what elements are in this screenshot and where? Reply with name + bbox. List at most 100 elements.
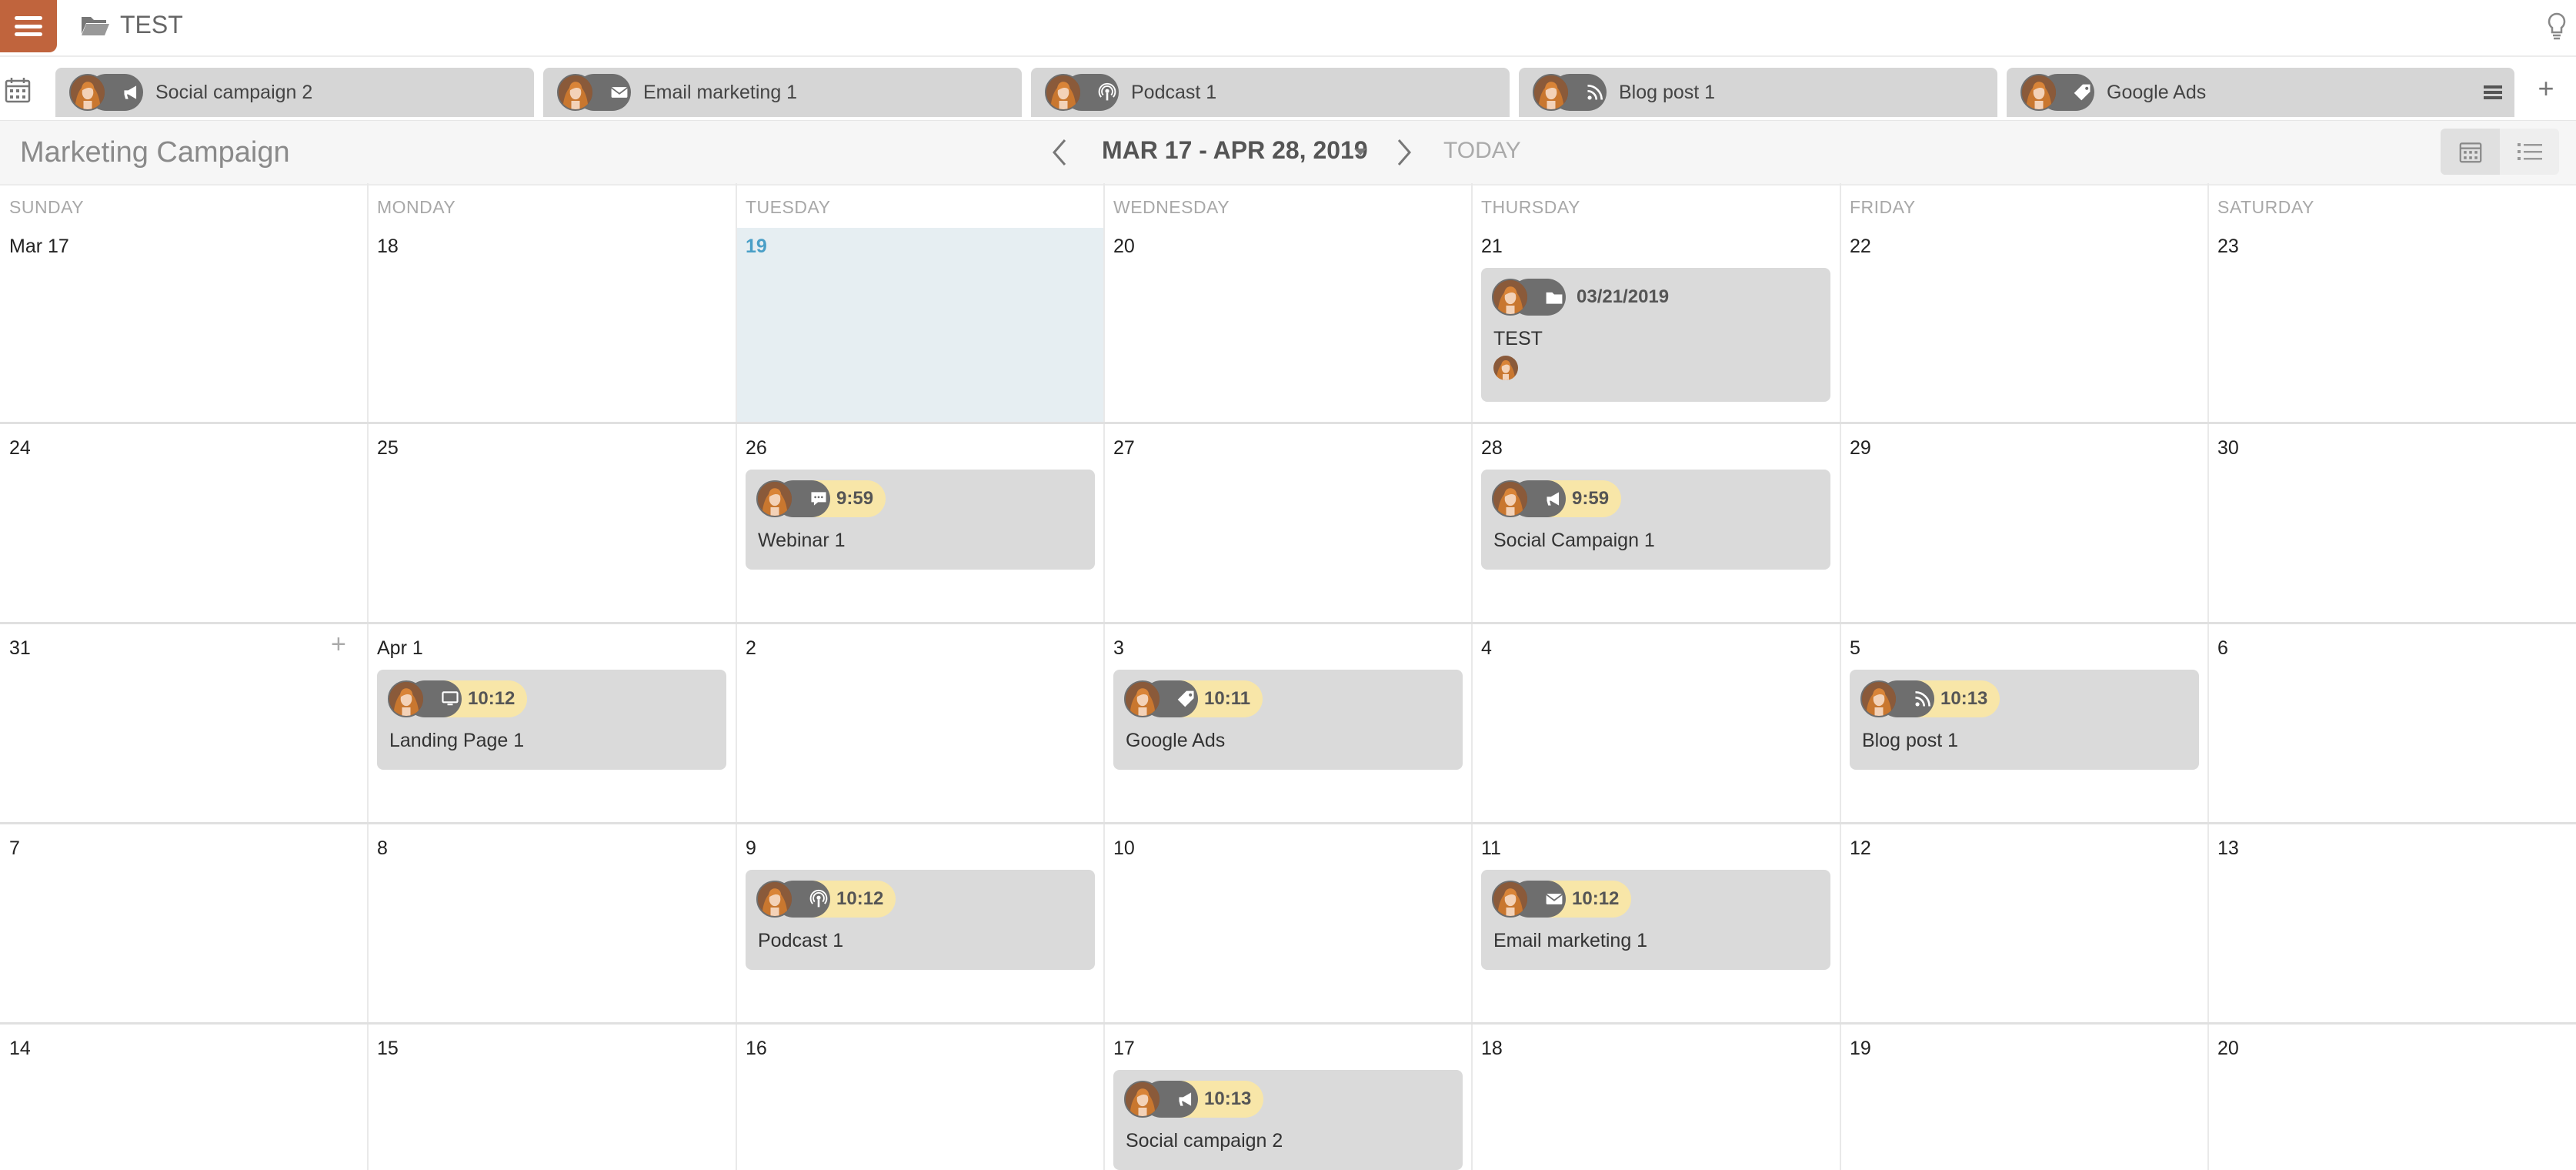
- day-number[interactable]: 27: [1113, 437, 1135, 460]
- event-card[interactable]: 10:11 Google Ads: [1113, 670, 1463, 770]
- day-number[interactable]: 10: [1113, 837, 1135, 860]
- tab-label: Social campaign 2: [155, 81, 313, 103]
- day-number[interactable]: 17: [1113, 1038, 1135, 1060]
- list-icon: [2517, 143, 2542, 160]
- tab-email-marketing-1[interactable]: Email marketing 1: [543, 68, 1022, 117]
- project-name: TEST: [120, 11, 183, 38]
- event-card[interactable]: 03/21/2019 TEST: [1481, 268, 1830, 402]
- day-number[interactable]: 30: [2217, 437, 2239, 460]
- owner-type-badge: [756, 881, 832, 918]
- weekday-header: SUNDAY: [9, 197, 85, 217]
- next-period-button[interactable]: [1393, 138, 1416, 167]
- day-number[interactable]: 18: [1481, 1038, 1503, 1060]
- tab-podcast-1[interactable]: Podcast 1: [1031, 68, 1510, 117]
- avatar: [557, 74, 594, 111]
- tab-label: Email marketing 1: [643, 81, 798, 103]
- owner-type-badge: [1492, 279, 1567, 316]
- avatar: [756, 881, 793, 918]
- week-divider: [0, 1022, 2576, 1025]
- day-number[interactable]: 21: [1481, 236, 1503, 258]
- day-number[interactable]: 19: [1850, 1038, 1871, 1060]
- day-number[interactable]: Apr 1: [377, 637, 423, 660]
- tab-label: Blog post 1: [1619, 81, 1716, 103]
- list-view-button[interactable]: [2500, 129, 2559, 175]
- owner-type-badge: [557, 74, 632, 111]
- event-card[interactable]: 10:12 Podcast 1: [746, 870, 1095, 970]
- day-number[interactable]: 23: [2217, 236, 2239, 258]
- caret-down-icon[interactable]: [1354, 149, 1366, 155]
- day-number[interactable]: 20: [2217, 1038, 2239, 1060]
- project-breadcrumb[interactable]: TEST: [80, 11, 183, 39]
- today-button[interactable]: TODAY: [1443, 138, 1521, 164]
- event-date: 03/21/2019: [1577, 286, 1670, 307]
- day-number[interactable]: 3: [1113, 637, 1124, 660]
- previous-period-button[interactable]: [1048, 138, 1071, 167]
- event-title: Google Ads: [1126, 730, 1226, 751]
- avatar: [756, 480, 793, 517]
- event-card[interactable]: 10:13 Social campaign 2: [1113, 1070, 1463, 1170]
- event-title: Blog post 1: [1862, 730, 1959, 751]
- owner-type-badge: [1045, 74, 1120, 111]
- tab-social-campaign-2[interactable]: Social campaign 2: [55, 68, 534, 117]
- tabs-menu-button[interactable]: [2471, 68, 2514, 117]
- tag-icon: [2071, 81, 2094, 104]
- day-number[interactable]: 25: [377, 437, 399, 460]
- calendar-icon[interactable]: [5, 77, 31, 103]
- lightbulb-icon[interactable]: [2545, 11, 2568, 42]
- event-card[interactable]: 10:13 Blog post 1: [1850, 670, 2199, 770]
- day-number[interactable]: 29: [1850, 437, 1871, 460]
- day-number[interactable]: 28: [1481, 437, 1503, 460]
- day-number[interactable]: 20: [1113, 236, 1135, 258]
- week-divider: [0, 622, 2576, 624]
- day-number[interactable]: 6: [2217, 637, 2228, 660]
- day-number[interactable]: 11: [1481, 837, 1501, 860]
- day-number[interactable]: 19: [746, 236, 767, 258]
- month-grid: SUNDAY MONDAY TUESDAY WEDNESDAY THURSDAY FRID…: [0, 183, 2576, 1170]
- date-range-selector[interactable]: MAR 17 - APR 28, 2019: [1102, 136, 1368, 165]
- day-number[interactable]: 14: [9, 1038, 31, 1060]
- day-number[interactable]: 18: [377, 236, 399, 258]
- add-event-button[interactable]: +: [331, 631, 346, 657]
- day-number[interactable]: 4: [1481, 637, 1492, 660]
- avatar: [388, 680, 425, 717]
- avatar: [1492, 881, 1529, 918]
- tab-google-ads[interactable]: Google Ads: [2007, 68, 2485, 117]
- calendar-view-button[interactable]: [2441, 129, 2500, 175]
- day-number[interactable]: Mar 17: [9, 236, 69, 258]
- day-number[interactable]: 2: [746, 637, 756, 660]
- event-card[interactable]: 9:59 Social Campaign 1: [1481, 470, 1830, 570]
- day-number[interactable]: 24: [9, 437, 31, 460]
- rss-icon: [1911, 687, 1934, 710]
- add-tab-button[interactable]: +: [2534, 75, 2558, 102]
- envelope-icon: [1543, 888, 1566, 911]
- day-number[interactable]: 7: [9, 837, 20, 860]
- day-number[interactable]: 13: [2217, 837, 2239, 860]
- day-number[interactable]: 31: [9, 637, 31, 660]
- event-card[interactable]: 9:59 Webinar 1: [746, 470, 1095, 570]
- tag-icon: [1175, 687, 1198, 710]
- avatar: [1492, 480, 1529, 517]
- owner-type-badge: [1860, 680, 1936, 717]
- calendar-icon: [2459, 142, 2481, 163]
- avatar: [2020, 74, 2057, 111]
- day-number[interactable]: 15: [377, 1038, 399, 1060]
- event-card[interactable]: 10:12 Email marketing 1: [1481, 870, 1830, 970]
- main-menu-button[interactable]: [0, 0, 57, 52]
- day-number[interactable]: 8: [377, 837, 388, 860]
- day-number[interactable]: 22: [1850, 236, 1871, 258]
- avatar: [1045, 74, 1082, 111]
- day-number[interactable]: 16: [746, 1038, 767, 1060]
- avatar: [1533, 74, 1570, 111]
- day-number[interactable]: 5: [1850, 637, 1860, 660]
- event-title: Landing Page 1: [389, 730, 525, 751]
- weekday-header: TUESDAY: [746, 197, 831, 217]
- event-card[interactable]: 10:12 Landing Page 1: [377, 670, 726, 770]
- weekday-header: FRIDAY: [1850, 197, 1916, 217]
- day-number[interactable]: 26: [746, 437, 767, 460]
- tab-blog-post-1[interactable]: Blog post 1: [1519, 68, 1997, 117]
- podcast-icon: [807, 888, 830, 911]
- monitor-icon: [439, 687, 462, 710]
- day-number[interactable]: 9: [746, 837, 756, 860]
- assignee-avatar: [1493, 356, 1518, 380]
- day-number[interactable]: 12: [1850, 837, 1871, 860]
